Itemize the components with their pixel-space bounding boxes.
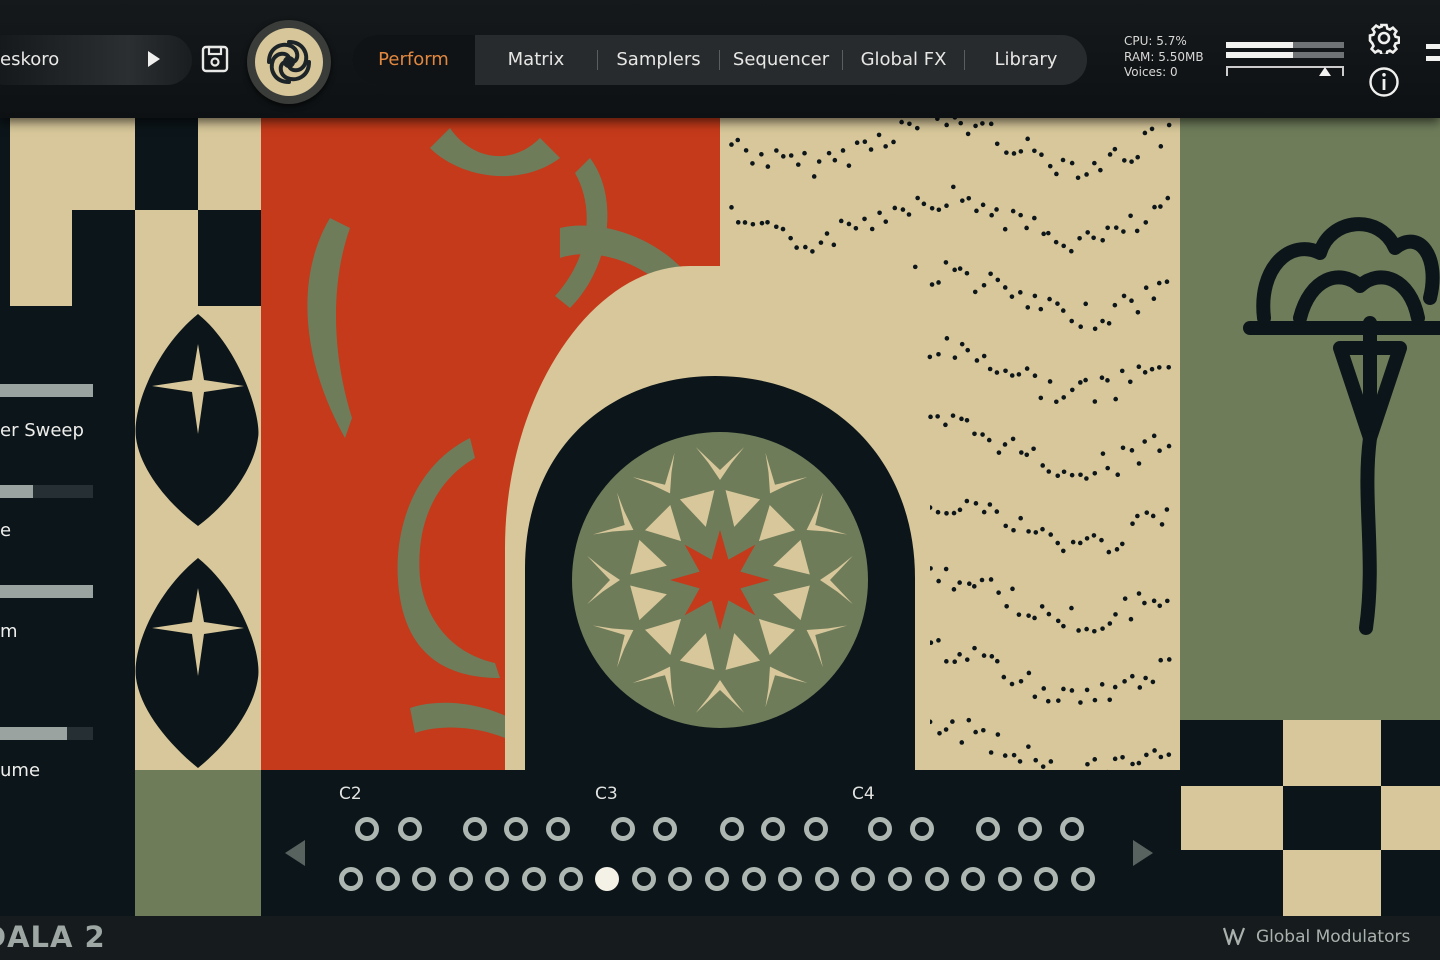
key-dot-white[interactable] (705, 867, 729, 891)
key-dot-black[interactable] (720, 817, 744, 841)
macro-slider-fill (0, 384, 93, 397)
macro-label-filter-sweep: er Sweep (0, 420, 84, 441)
preset-name: eskoro (0, 49, 60, 70)
tab-global-fx[interactable]: Global FX (843, 35, 964, 85)
key-dot-white[interactable] (448, 867, 473, 891)
meter-level-top (1226, 42, 1294, 48)
key-dot-black[interactable] (1018, 817, 1042, 841)
key-dot-white[interactable] (961, 867, 986, 891)
macro-slider-4[interactable] (0, 727, 93, 740)
macro-slider-1[interactable] (0, 384, 93, 397)
key-dot-black[interactable] (761, 817, 785, 841)
key-dot-white[interactable] (888, 867, 912, 891)
meter-level-bottom (1226, 52, 1294, 58)
volume-thumb[interactable] (1319, 67, 1332, 76)
tab-matrix[interactable]: Matrix (475, 35, 597, 85)
tab-perform[interactable]: Perform (352, 35, 475, 85)
key-dot-white[interactable] (1034, 867, 1059, 891)
octave-label-c3: C3 (595, 784, 618, 804)
key-dot-white[interactable] (412, 867, 437, 891)
key-dot-white[interactable] (778, 867, 803, 891)
tab-sequencer[interactable]: Sequencer (720, 35, 842, 85)
spiral-logo-icon (267, 40, 311, 84)
key-dot-white[interactable] (668, 867, 693, 891)
macro-slider-3[interactable] (0, 585, 93, 598)
global-modulators-label: Global Modulators (1256, 927, 1411, 947)
logo-button[interactable] (247, 20, 331, 104)
arrow-left-icon[interactable] (283, 838, 307, 868)
menu-icon[interactable] (1426, 44, 1440, 76)
key-dot-white[interactable] (741, 867, 766, 891)
macro-label-4: m (0, 621, 18, 642)
key-dot-black[interactable] (910, 817, 934, 841)
key-dot-white[interactable] (814, 867, 839, 891)
key-dot-white[interactable] (924, 867, 949, 891)
key-selector: C2 C3 C4 (261, 770, 1181, 916)
global-modulators-button[interactable]: Global Modulators (1222, 926, 1410, 947)
arrow-right-icon[interactable] (1131, 838, 1155, 868)
macro-slider-2[interactable] (0, 485, 93, 498)
macro-label-3: e (0, 520, 12, 541)
tab-library[interactable]: Library (965, 35, 1087, 85)
octave-label-c2: C2 (339, 784, 362, 804)
key-dot-white[interactable] (558, 867, 583, 891)
key-dot-white[interactable] (997, 867, 1022, 891)
modulator-icon (1222, 927, 1246, 946)
key-dot-white[interactable] (522, 867, 546, 891)
key-dot-white[interactable] (339, 867, 363, 891)
preset-selector[interactable]: eskoro (0, 35, 192, 85)
ram-usage: RAM: 5.50MB (1124, 49, 1204, 64)
macro-slider-fill (0, 485, 33, 498)
key-dot-white[interactable] (851, 867, 876, 891)
macro-label-volume: ume (0, 760, 41, 781)
performance-stats: CPU: 5.7% RAM: 5.50MB Voices: 0 (1124, 34, 1204, 81)
key-dot-white[interactable] (375, 867, 400, 891)
key-dot-black[interactable] (355, 817, 379, 841)
macro-controls: er Sweep e m ume (0, 118, 135, 916)
key-dot-black[interactable] (504, 817, 528, 841)
octave-label-c4: C4 (852, 784, 875, 804)
key-dot-black[interactable] (398, 817, 422, 841)
key-dot-white[interactable] (485, 867, 510, 891)
play-icon[interactable] (148, 51, 160, 67)
macro-slider-fill (0, 727, 67, 740)
tab-samplers[interactable]: Samplers (598, 35, 719, 85)
key-dot-black[interactable] (611, 817, 635, 841)
footer-bar: DALA 2 Global Modulators (0, 916, 1440, 960)
brand-logo: DALA 2 (0, 920, 106, 954)
key-dot-black[interactable] (463, 817, 487, 841)
key-dot-black[interactable] (976, 817, 1000, 841)
cpu-usage: CPU: 5.7% (1124, 34, 1187, 48)
voice-count: Voices: 0 (1124, 65, 1178, 79)
main-tabs: Perform Matrix Samplers Sequencer Global… (352, 35, 1087, 85)
info-icon[interactable] (1368, 66, 1400, 98)
key-dot-white[interactable] (1071, 867, 1095, 891)
key-dot-black[interactable] (868, 817, 892, 841)
save-icon[interactable] (201, 45, 229, 73)
output-meter[interactable] (1226, 40, 1344, 78)
macro-slider-fill (0, 585, 93, 598)
key-dot-black[interactable] (546, 817, 570, 841)
key-dot-white[interactable] (595, 867, 620, 891)
key-dot-black[interactable] (653, 817, 677, 841)
top-bar: eskoro Perform Matrix Samplers Sequencer… (0, 0, 1440, 118)
key-dot-black[interactable] (804, 817, 828, 841)
key-dot-black[interactable] (1060, 817, 1084, 841)
artwork-area: er Sweep e m ume C2 C3 C4 (0, 118, 1440, 916)
gear-icon[interactable] (1368, 22, 1400, 54)
key-dot-white[interactable] (631, 867, 656, 891)
